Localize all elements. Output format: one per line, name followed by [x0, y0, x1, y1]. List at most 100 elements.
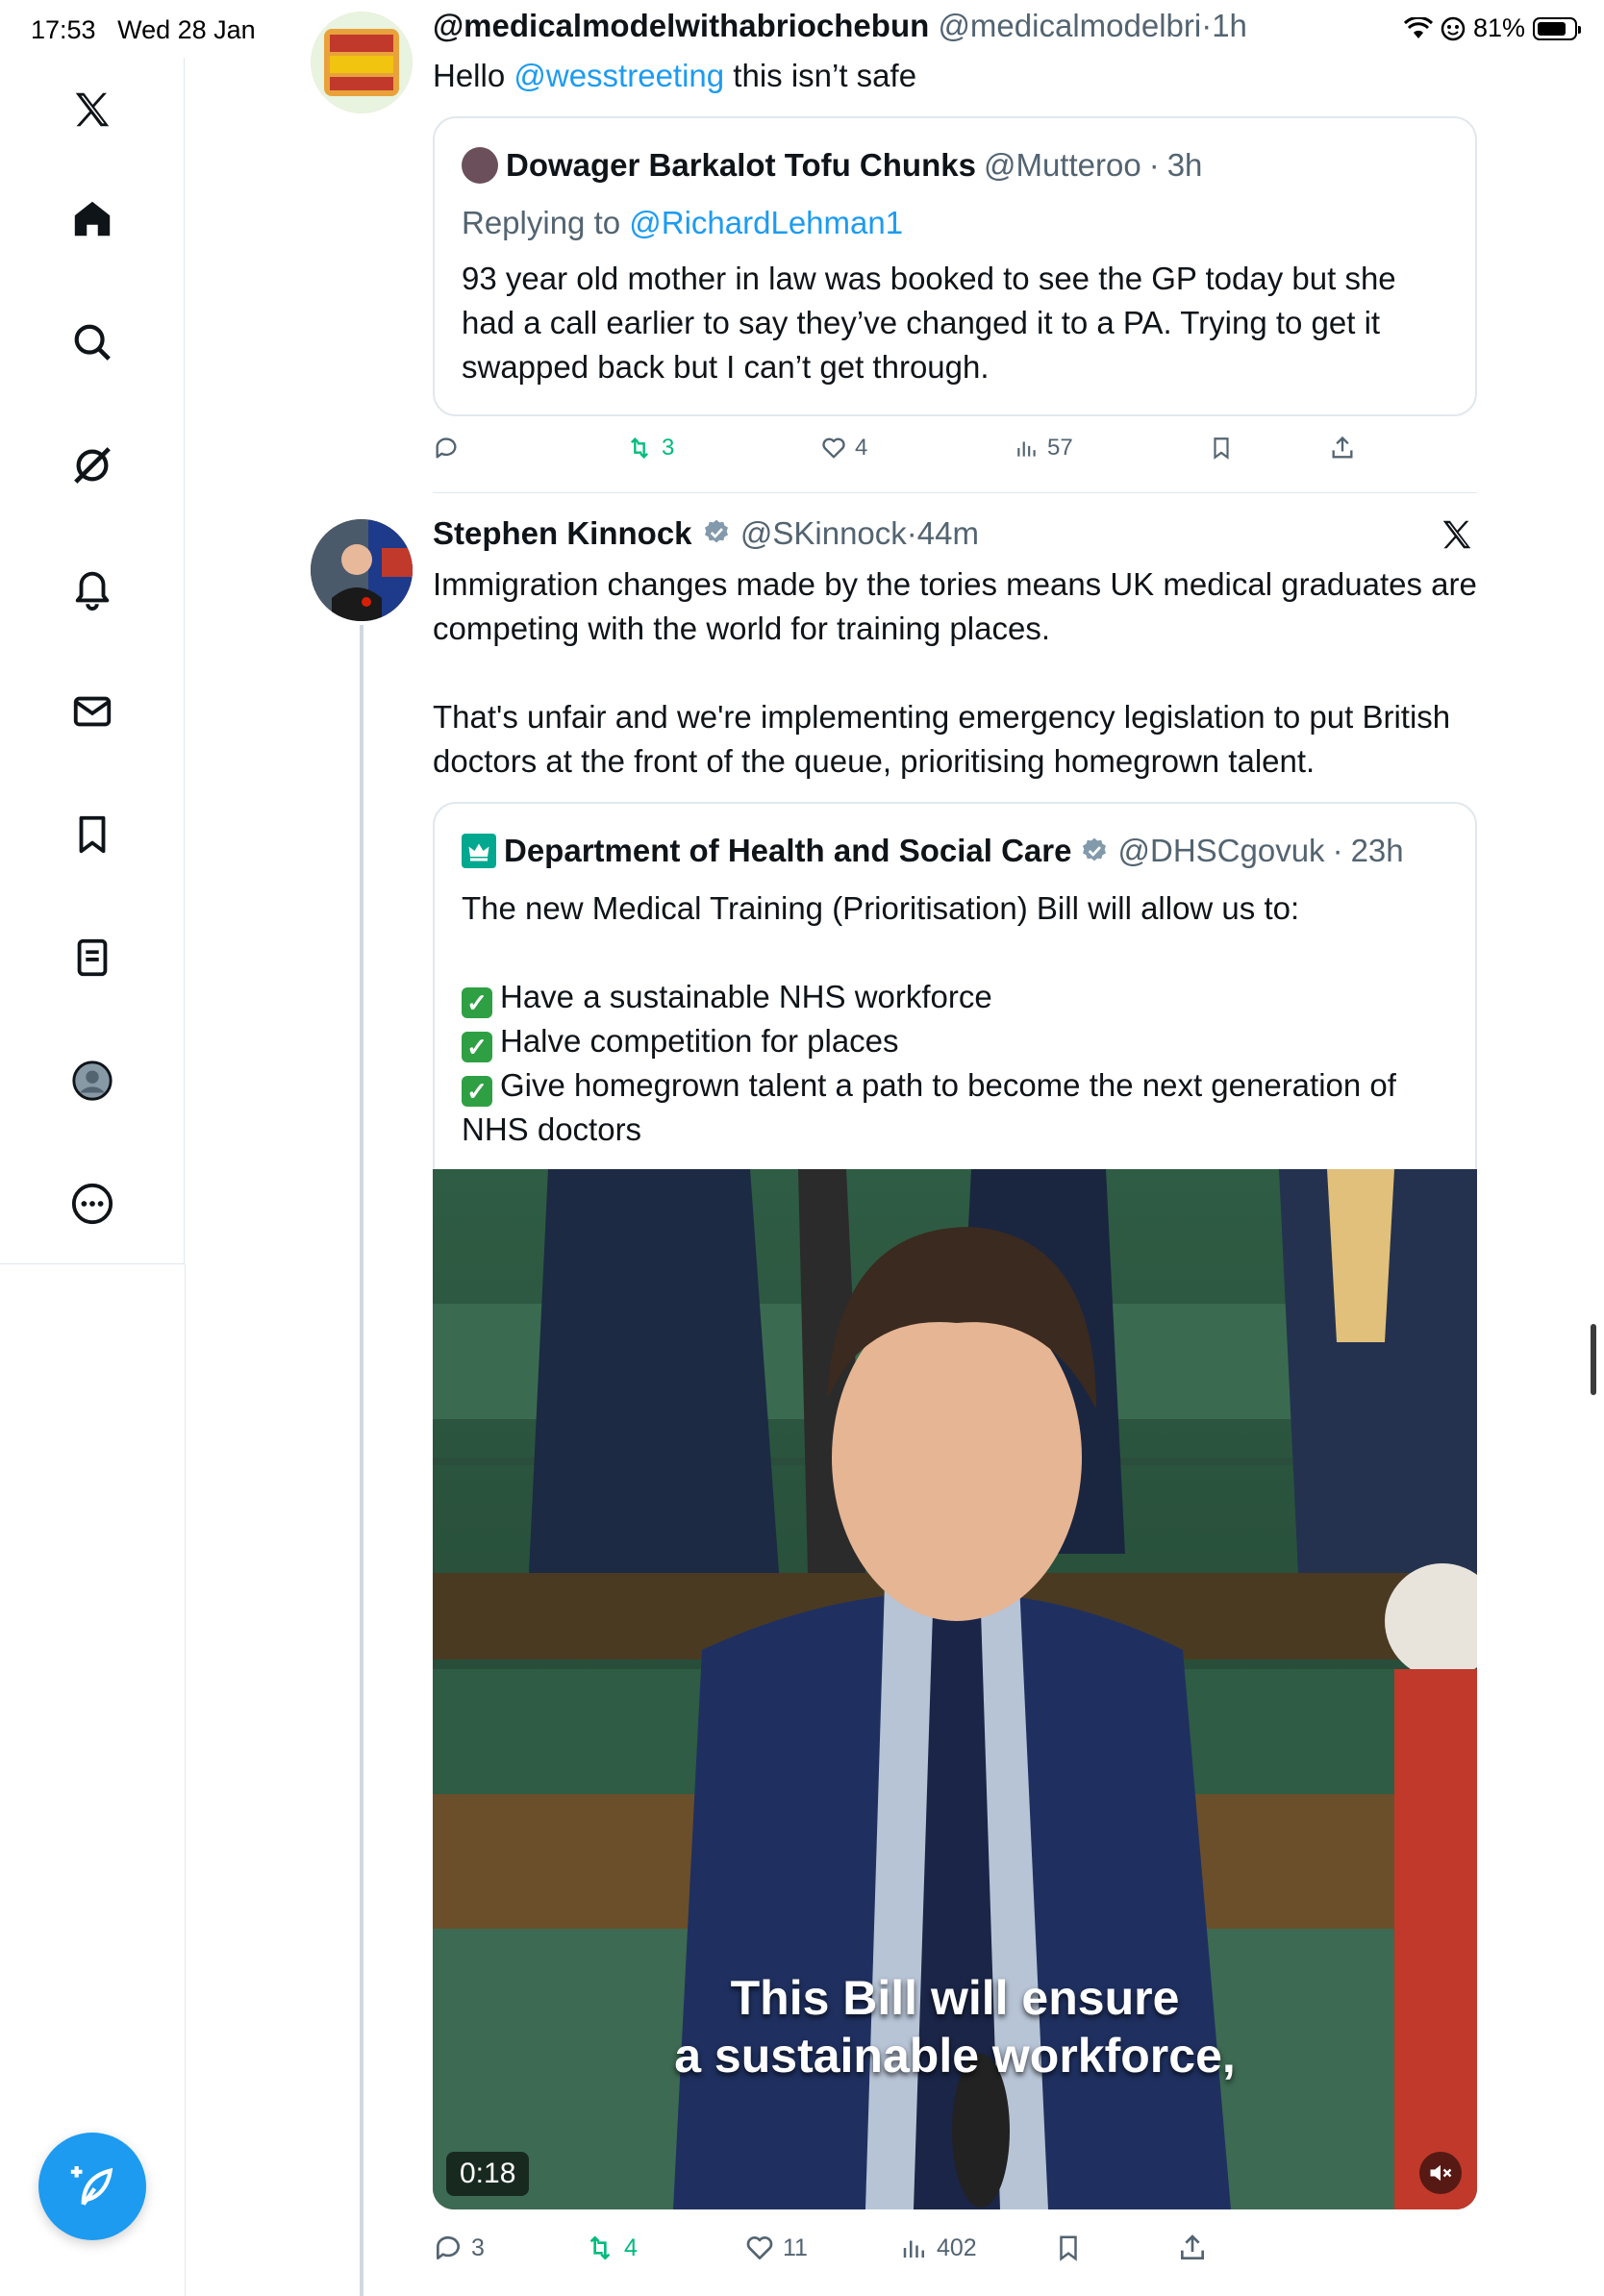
- bookmark-button[interactable]: [1054, 2233, 1083, 2263]
- retweet-count: 3: [662, 435, 675, 461]
- timestamp[interactable]: 1h: [1212, 8, 1247, 43]
- quote-timestamp: 3h: [1166, 147, 1203, 183]
- reply-icon: [436, 2235, 460, 2259]
- quoted-tweet[interactable]: Dowager Barkalot Tofu Chunks @Mutteroo · 3…: [433, 116, 1477, 416]
- bullet-text: Halve competition for places: [500, 1023, 899, 1059]
- list-item: ✓ Give homegrown talent a path to become …: [462, 1063, 1452, 1152]
- tweet-divider: [433, 492, 1477, 493]
- like-button[interactable]: 11: [744, 2233, 808, 2263]
- more-icon[interactable]: [63, 1175, 121, 1233]
- x-source-icon: [1439, 516, 1475, 558]
- author-name[interactable]: Stephen Kinnock: [433, 515, 692, 551]
- separator: ·: [1148, 147, 1160, 183]
- checkmark-icon: ✓: [462, 1076, 492, 1107]
- status-indicators: 81%: [1403, 13, 1581, 43]
- retweet-count: 4: [624, 2234, 638, 2261]
- mail-icon[interactable]: [63, 683, 121, 740]
- author-handle[interactable]: @SKinnock: [740, 515, 907, 551]
- mute-button[interactable]: [1419, 2152, 1462, 2194]
- compose-button[interactable]: [38, 2133, 146, 2240]
- heart-icon: [822, 437, 845, 459]
- verified-badge-icon: [1083, 837, 1107, 861]
- video-caption-line-1: This Bill will ensure: [730, 1971, 1180, 2025]
- list-item: ✓ Halve competition for places: [462, 1019, 1452, 1063]
- tweet-text-suffix: this isn’t safe: [724, 58, 917, 93]
- tweet1-text: Hello @wesstreeting this isn’t safe: [433, 54, 916, 98]
- quote-text: 93 year old mother in law was booked to …: [462, 261, 1396, 385]
- avatar[interactable]: [311, 519, 413, 621]
- thread-line: [360, 625, 363, 2296]
- quote-header: Department of Health and Social Care @DH…: [462, 833, 1404, 869]
- tweet1-header: @medicalmodelwithabriochebun @medicalmod…: [433, 8, 1247, 44]
- wifi-icon: [1403, 16, 1433, 38]
- author-name[interactable]: @medicalmodelwithabriochebun: [433, 8, 929, 43]
- bookmark-button[interactable]: [1209, 435, 1234, 462]
- tweet2-header: Stephen Kinnock @SKinnock·44m: [433, 515, 979, 552]
- views-icon: [903, 2240, 924, 2258]
- verified-badge-icon: [704, 519, 728, 543]
- mention-link[interactable]: @wesstreeting: [514, 58, 724, 93]
- share-icon: [1181, 2234, 1204, 2259]
- replying-label: Replying to: [462, 205, 630, 240]
- timestamp[interactable]: 44m: [917, 515, 979, 551]
- share-button[interactable]: [1329, 435, 1356, 462]
- tweet2-paragraph-1: Immigration changes made by the tories m…: [433, 566, 1477, 646]
- bookmark-icon: [1060, 2235, 1077, 2261]
- views-button[interactable]: 402: [900, 2233, 977, 2263]
- view-count: 57: [1047, 435, 1073, 461]
- list-item: ✓ Have a sustainable NHS workforce: [462, 975, 1452, 1019]
- clock: 17:53: [31, 15, 96, 44]
- search-icon[interactable]: [63, 313, 121, 371]
- author-handle[interactable]: @medicalmodelbri: [938, 8, 1201, 43]
- date: Wed 28 Jan: [117, 15, 256, 44]
- bookmark-icon[interactable]: [63, 806, 121, 863]
- quote-author-handle: @Mutteroo: [983, 147, 1141, 183]
- views-button[interactable]: 57: [1015, 435, 1073, 462]
- tweet-text-prefix: Hello: [433, 58, 514, 93]
- home-icon[interactable]: [63, 190, 121, 248]
- gmc-logo-icon: [311, 12, 413, 113]
- quote-author-name: Department of Health and Social Care: [504, 833, 1072, 868]
- bullet-text: Give homegrown talent a path to become t…: [462, 1067, 1396, 1147]
- separator: ·: [906, 515, 917, 551]
- profile-photo-icon: [311, 519, 413, 621]
- checkmark-icon: ✓: [462, 987, 492, 1018]
- x-logo-icon[interactable]: [63, 81, 121, 138]
- like-button[interactable]: 4: [820, 435, 867, 462]
- reply-button[interactable]: [433, 435, 467, 462]
- status-time: 17:53 Wed 28 Jan: [31, 15, 256, 45]
- avatar[interactable]: [311, 12, 413, 113]
- quote-bullet-list: ✓ Have a sustainable NHS workforce ✓ Halve…: [462, 975, 1452, 1152]
- like-count: 4: [855, 435, 868, 461]
- video-player[interactable]: This Bill will ensure a sustainable work…: [433, 1169, 1477, 2209]
- profile-avatar-icon[interactable]: [63, 1052, 121, 1110]
- reply-button[interactable]: 3: [433, 2233, 485, 2263]
- tweet2-paragraph-2: That's unfair and we're implementing eme…: [433, 699, 1451, 779]
- sidebar-divider: [185, 1264, 186, 2296]
- crown-logo-icon: [462, 834, 496, 868]
- view-count: 402: [937, 2234, 977, 2261]
- separator: ·: [1332, 833, 1343, 868]
- bell-icon[interactable]: [63, 560, 121, 617]
- muted-speaker-icon: [1430, 2164, 1452, 2182]
- checkmark-icon: ✓: [462, 1032, 492, 1062]
- quote-timestamp: 23h: [1350, 833, 1404, 868]
- focus-icon: [1441, 16, 1466, 40]
- like-count: 11: [783, 2234, 808, 2261]
- share-icon: [1332, 436, 1353, 459]
- battery-icon: [1533, 16, 1581, 40]
- share-button[interactable]: [1177, 2233, 1208, 2263]
- views-icon: [1017, 441, 1036, 457]
- scrollbar[interactable]: [1591, 1324, 1596, 1395]
- retweet-icon: [631, 437, 648, 459]
- lists-icon[interactable]: [63, 929, 121, 986]
- quote-intro: The new Medical Training (Prioritisation…: [462, 890, 1300, 926]
- feather-plus-icon: [70, 2166, 113, 2206]
- video-duration: 0:18: [446, 2152, 530, 2196]
- replying-mention[interactable]: @RichardLehman1: [629, 205, 903, 240]
- retweet-button[interactable]: 4: [584, 2233, 638, 2263]
- quote-author-handle: @DHSCgovuk: [1117, 833, 1325, 868]
- grok-icon[interactable]: [63, 437, 121, 494]
- battery-fill: [1538, 21, 1566, 36]
- retweet-button[interactable]: 3: [625, 435, 674, 462]
